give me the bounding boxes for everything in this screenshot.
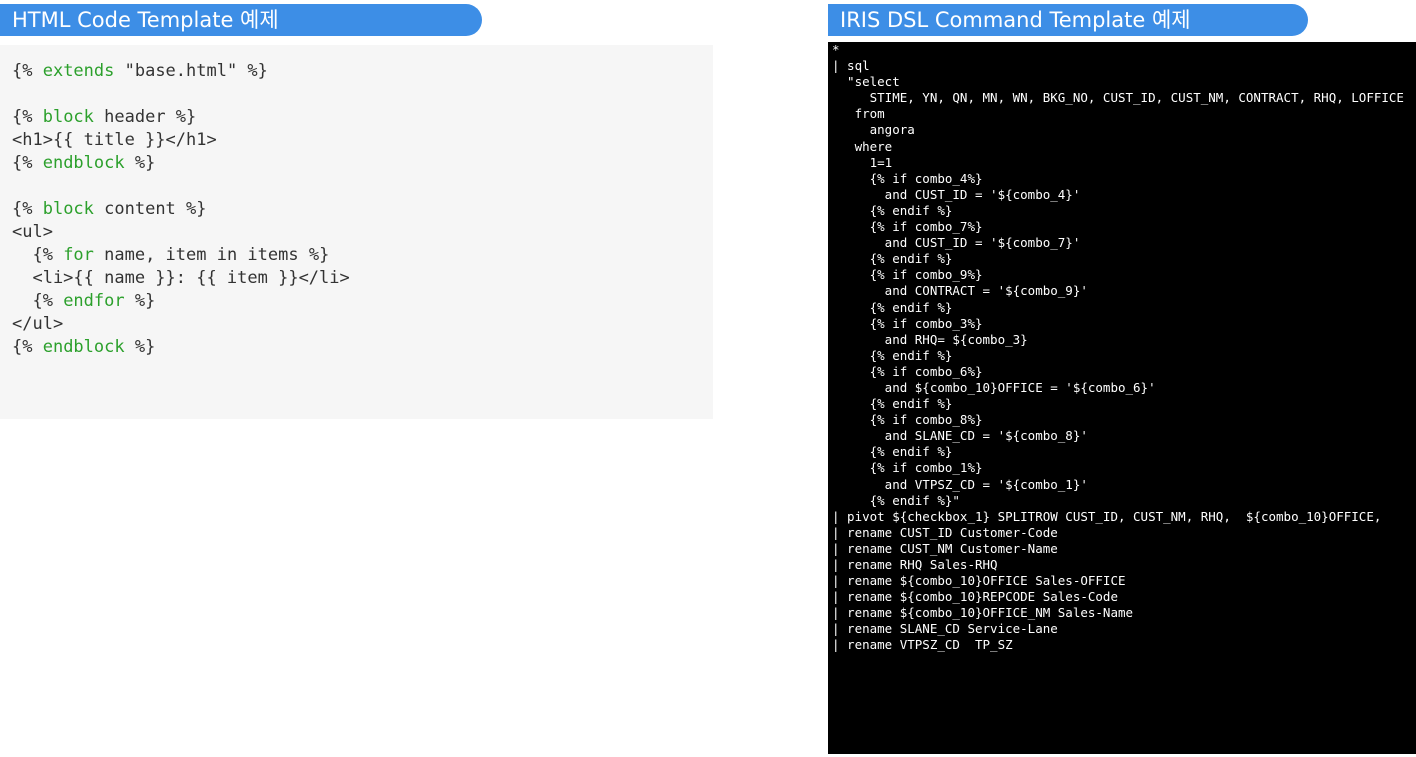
code-text: {% (12, 245, 64, 265)
code-text: {% (12, 153, 43, 173)
html-code-block: {% extends "base.html" %} {% block header… (0, 45, 713, 419)
dsl-line: | rename ${combo_10}OFFICE_NM Sales-Name (832, 605, 1134, 621)
dsl-line: and RHQ= ${combo_3} (832, 331, 1028, 347)
code-text: {% (12, 337, 43, 357)
dsl-line: and VTPSZ_CD = '${combo_1}' (832, 476, 1088, 492)
dsl-line: {% if combo_9%} (832, 267, 983, 283)
code-text: name, item in items %} (93, 245, 330, 265)
dsl-line: | rename CUST_ID Customer-Code (832, 524, 1058, 540)
code-text: {% (12, 61, 43, 81)
dsl-line: {% endif %} (832, 299, 953, 315)
dsl-line: | rename ${combo_10}REPCODE Sales-Code (832, 589, 1118, 605)
dsl-line: "select (832, 74, 900, 90)
dsl-line: and CONTRACT = '${combo_9}' (832, 283, 1088, 299)
code-line: {% for name, item in items %} (12, 244, 713, 267)
dsl-line: | rename CUST_NM Customer-Name (832, 540, 1058, 556)
dsl-line: angora (832, 122, 915, 138)
code-line: {% block header %} (12, 106, 713, 129)
code-text: %} (124, 153, 156, 173)
code-text: <ul> (12, 222, 53, 242)
code-line: {% endblock %} (12, 336, 713, 359)
dsl-line: | rename VTPSZ_CD TP_SZ (832, 637, 1013, 653)
dsl-line: and SLANE_CD = '${combo_8}' (832, 428, 1088, 444)
dsl-line: | pivot ${checkbox_1} SPLITROW CUST_ID, … (832, 508, 1382, 524)
code-keyword: block (42, 199, 94, 219)
code-keyword: block (42, 107, 94, 127)
dsl-line: {% endif %}" (832, 492, 960, 508)
dsl-line: where (832, 138, 893, 154)
dsl-line: STIME, YN, QN, MN, WN, BKG_NO, CUST_ID, … (832, 90, 1404, 106)
dsl-line: {% if combo_7%} (832, 219, 983, 235)
dsl-line: and CUST_ID = '${combo_7}' (832, 235, 1081, 251)
dsl-line: 1=1 (832, 154, 893, 170)
code-line: <ul> (12, 221, 713, 244)
iris-dsl-template-title: IRIS DSL Command Template 예제 (828, 4, 1308, 36)
code-text: {% (12, 291, 64, 311)
code-text: %} (124, 291, 156, 311)
dsl-line: and CUST_ID = '${combo_4}' (832, 186, 1081, 202)
code-keyword: endblock (42, 337, 125, 357)
code-line: {% extends "base.html" %} (12, 60, 713, 83)
dsl-line: {% endif %} (832, 202, 953, 218)
code-text: {% (12, 107, 43, 127)
dsl-line: {% endif %} (832, 396, 953, 412)
dsl-line: {% if combo_3%} (832, 315, 983, 331)
code-line: {% endblock %} (12, 152, 713, 175)
code-line: {% endfor %} (12, 290, 713, 313)
html-template-title: HTML Code Template 예제 (0, 4, 482, 36)
dsl-line: {% endif %} (832, 444, 953, 460)
dsl-line: {% if combo_8%} (832, 412, 983, 428)
code-text: header %} (93, 107, 197, 127)
dsl-line: | rename RHQ Sales-RHQ (832, 557, 998, 572)
dsl-line: | sql (832, 58, 870, 74)
code-keyword: endblock (42, 153, 125, 173)
iris-dsl-code-block: * | sql "select STIME, YN, QN, MN, WN, BK… (828, 42, 1416, 754)
code-text: </ul> (12, 314, 64, 334)
dsl-line: * (832, 42, 840, 57)
dsl-line: {% endif %} (832, 251, 953, 267)
code-line: {% block content %} (12, 198, 713, 221)
code-text: %} (124, 337, 156, 357)
dsl-line: {% endif %} (832, 347, 953, 363)
dsl-line: | rename ${combo_10}OFFICE Sales-OFFICE (832, 573, 1126, 589)
code-line: <li>{{ name }}: {{ item }}</li> (12, 267, 713, 290)
dsl-line: from (832, 106, 885, 122)
code-text: {% (12, 199, 43, 219)
code-line: <h1>{{ title }}</h1> (12, 129, 713, 152)
code-text: <li>{{ name }}: {{ item }}</li> (12, 268, 350, 288)
dsl-line: {% if combo_1%} (832, 460, 983, 476)
code-line: </ul> (12, 313, 713, 336)
code-text: <h1>{{ title }}</h1> (12, 130, 217, 150)
dsl-line: and ${combo_10}OFFICE = '${combo_6}' (832, 379, 1156, 395)
dsl-line: | rename SLANE_CD Service-Lane (832, 621, 1058, 637)
code-keyword: endfor (63, 291, 125, 311)
code-text: content %} (93, 199, 207, 219)
code-keyword: for (63, 245, 94, 265)
dsl-line: {% if combo_6%} (832, 363, 983, 379)
code-text: "base.html" %} (114, 61, 268, 81)
dsl-line: {% if combo_4%} (832, 170, 983, 186)
code-keyword: extends (42, 61, 115, 81)
